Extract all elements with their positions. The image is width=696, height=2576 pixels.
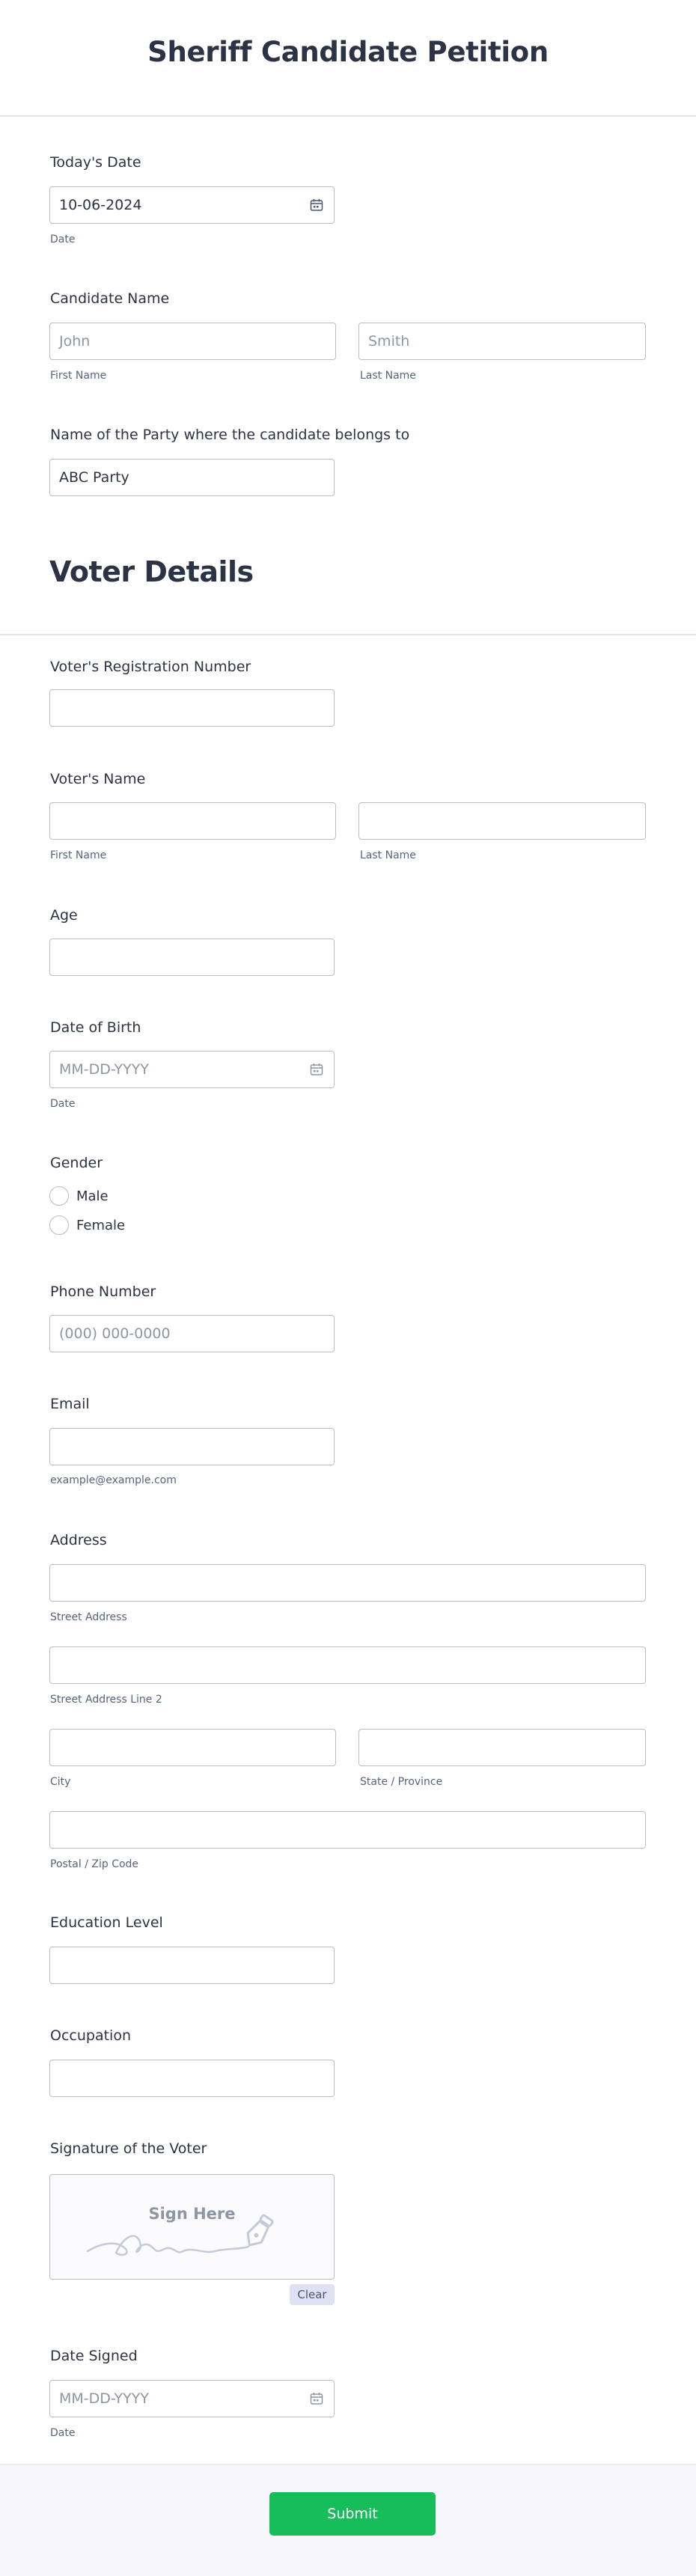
voter-details-heading: Voter Details: [49, 555, 254, 588]
street-address-input[interactable]: [49, 1564, 646, 1602]
education-label: Education Level: [50, 1914, 163, 1931]
dob-input[interactable]: MM-DD-YYYY: [49, 1051, 335, 1088]
city-input[interactable]: [49, 1729, 336, 1766]
dob-label: Date of Birth: [50, 1019, 141, 1036]
clear-signature-button[interactable]: Clear: [290, 2284, 335, 2305]
signature-pen-icon: [86, 2214, 274, 2256]
candidate-last-name-sublabel: Last Name: [360, 370, 416, 382]
age-input[interactable]: [49, 938, 335, 976]
street-address-sublabel: Street Address: [50, 1611, 127, 1623]
date-signed-input[interactable]: MM-DD-YYYY: [49, 2380, 335, 2417]
city-sublabel: City: [50, 1776, 71, 1788]
age-label: Age: [50, 907, 78, 924]
gender-label: Gender: [50, 1155, 103, 1171]
dob-placeholder: MM-DD-YYYY: [59, 1061, 149, 1078]
gender-option-female[interactable]: Female: [49, 1215, 125, 1235]
voter-last-name-sublabel: Last Name: [360, 849, 416, 861]
state-sublabel: State / Province: [360, 1776, 443, 1788]
candidate-last-name-input[interactable]: Smith: [358, 323, 646, 360]
candidate-first-name-input[interactable]: John: [49, 323, 336, 360]
voter-details-divider: [0, 634, 696, 635]
page-title: Sheriff Candidate Petition: [147, 36, 549, 68]
gender-option-label: Male: [76, 1188, 109, 1204]
street-address-2-sublabel: Street Address Line 2: [50, 1694, 162, 1706]
voter-reg-label: Voter's Registration Number: [50, 659, 251, 675]
state-input[interactable]: [358, 1729, 646, 1766]
date-signed-placeholder: MM-DD-YYYY: [59, 2390, 149, 2407]
voter-last-name-input[interactable]: [358, 802, 646, 840]
calendar-icon[interactable]: [310, 1063, 323, 1076]
radio-button[interactable]: [49, 1215, 69, 1235]
party-input[interactable]: ABC Party: [49, 459, 335, 496]
party-label: Name of the Party where the candidate be…: [50, 427, 410, 443]
phone-label: Phone Number: [50, 1284, 156, 1300]
occupation-input[interactable]: [49, 2060, 335, 2097]
email-input[interactable]: [49, 1428, 335, 1465]
form-card: Sheriff Candidate Petition Today's Date …: [0, 0, 696, 2576]
todays-date-sublabel: Date: [50, 234, 76, 245]
address-label: Address: [50, 1532, 107, 1548]
header-divider: [0, 115, 696, 117]
radio-button[interactable]: [49, 1186, 69, 1206]
calendar-icon[interactable]: [310, 2392, 323, 2405]
street-address-2-input[interactable]: [49, 1646, 646, 1684]
phone-input[interactable]: (000) 000-0000: [49, 1315, 335, 1352]
gender-option-label: Female: [76, 1217, 126, 1233]
date-signed-label: Date Signed: [50, 2348, 138, 2364]
gender-option-male[interactable]: Male: [49, 1186, 109, 1206]
education-input[interactable]: [49, 1947, 335, 1984]
zip-input[interactable]: [49, 1811, 646, 1849]
email-label: Email: [50, 1396, 90, 1412]
date-signed-sublabel: Date: [50, 2427, 76, 2439]
voter-name-label: Voter's Name: [50, 771, 146, 787]
calendar-icon[interactable]: [310, 198, 323, 212]
todays-date-value: 10-06-2024: [59, 197, 142, 213]
submit-button[interactable]: Submit: [269, 2492, 436, 2536]
signature-pad[interactable]: Sign Here: [49, 2174, 335, 2280]
zip-sublabel: Postal / Zip Code: [50, 1858, 139, 1870]
voter-first-name-input[interactable]: [49, 802, 336, 840]
candidate-name-label: Candidate Name: [50, 290, 170, 307]
email-sublabel: example@example.com: [50, 1474, 177, 1486]
voter-first-name-sublabel: First Name: [50, 849, 107, 861]
voter-reg-input[interactable]: [49, 689, 335, 727]
dob-sublabel: Date: [50, 1098, 76, 1110]
occupation-label: Occupation: [50, 2027, 131, 2044]
signature-label: Signature of the Voter: [50, 2140, 207, 2157]
candidate-first-name-sublabel: First Name: [50, 370, 107, 382]
todays-date-label: Today's Date: [50, 154, 141, 171]
todays-date-input[interactable]: 10-06-2024: [49, 186, 335, 224]
